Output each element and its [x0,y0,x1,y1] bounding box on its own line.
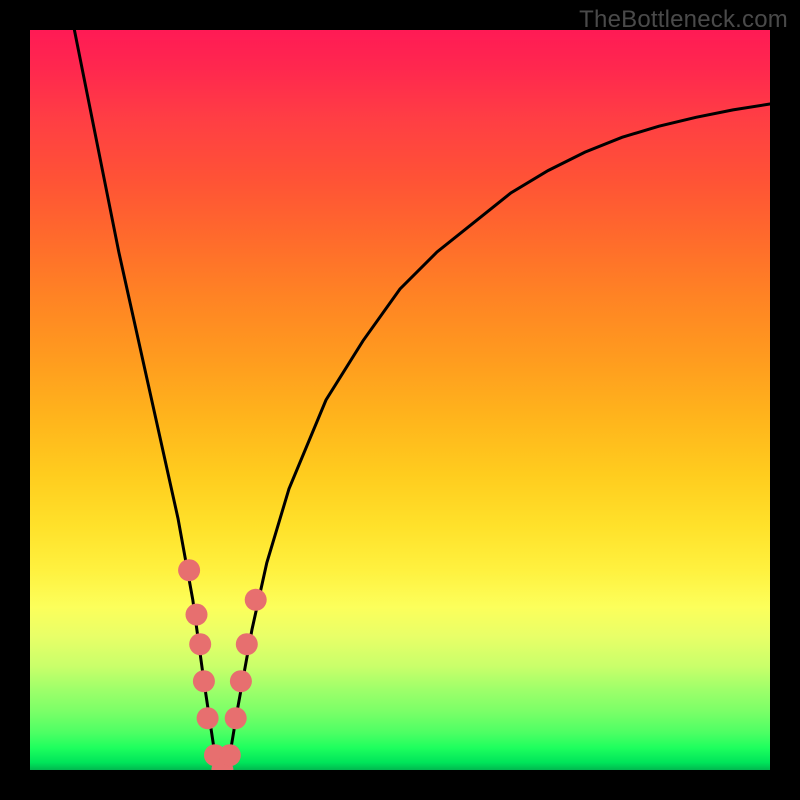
marker-point [245,589,267,611]
marker-point [186,604,208,626]
marker-point [225,707,247,729]
marker-point [236,633,258,655]
marker-point [189,633,211,655]
plot-area [30,30,770,770]
marker-point [219,744,241,766]
marker-point [193,670,215,692]
marker-point [230,670,252,692]
chart-svg [30,30,770,770]
marker-point [197,707,219,729]
marker-point [178,559,200,581]
watermark-text: TheBottleneck.com [579,6,788,34]
chart-frame: TheBottleneck.com [0,0,800,800]
bottleneck-curve [74,30,770,770]
